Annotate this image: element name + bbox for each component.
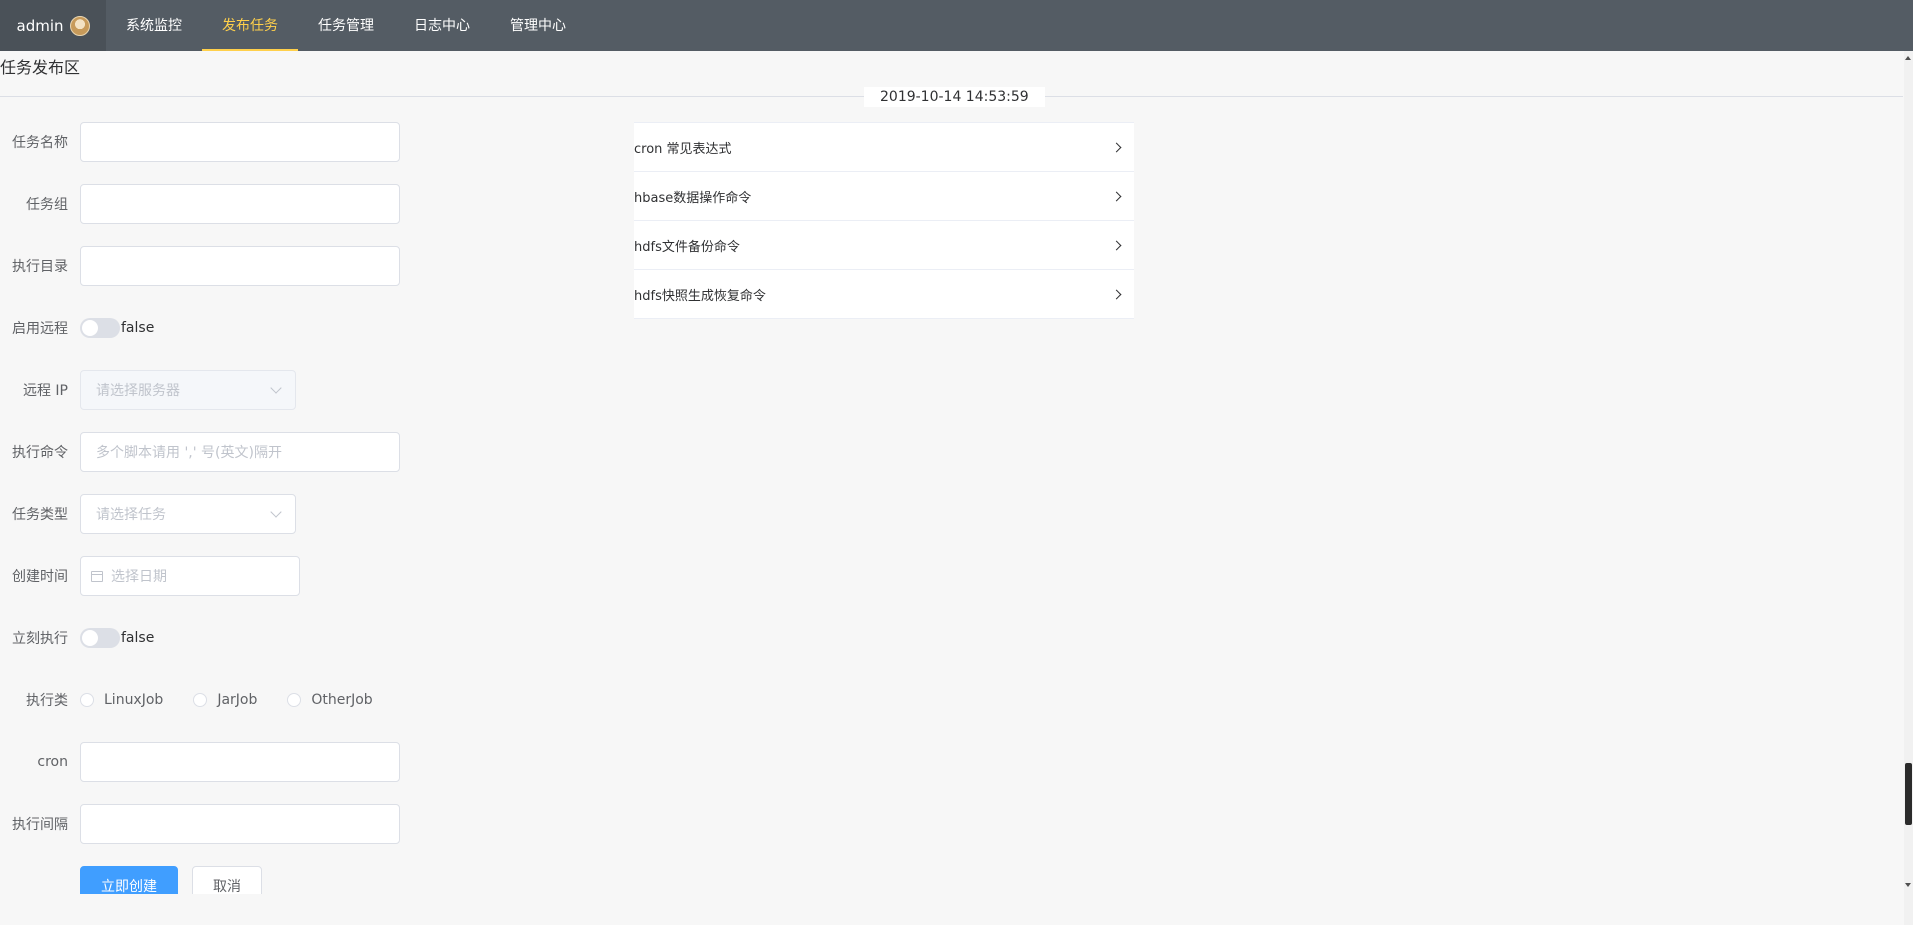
radio-linuxjob-label: LinuxJob bbox=[104, 692, 164, 708]
form-row-task-name: 任务名称 bbox=[0, 122, 400, 162]
remote-ip-select[interactable]: 请选择服务器 bbox=[80, 370, 296, 410]
exec-interval-label: 执行间隔 bbox=[12, 817, 68, 833]
chevron-right-icon bbox=[1111, 240, 1122, 250]
vertical-scrollbar[interactable] bbox=[1904, 51, 1913, 925]
radio-otherjob-label: OtherJob bbox=[311, 692, 373, 708]
create-time-date-picker[interactable]: 选择日期 bbox=[80, 556, 300, 596]
chevron-right-icon bbox=[1111, 289, 1122, 299]
execute-now-label: 立刻执行 bbox=[12, 631, 68, 647]
chevron-down-icon bbox=[270, 382, 282, 394]
task-type-label: 任务类型 bbox=[12, 507, 68, 523]
user-menu[interactable]: admin bbox=[0, 0, 106, 51]
scrollbar-thumb[interactable] bbox=[1905, 763, 1912, 825]
current-timestamp: 2019-10-14 14:53:59 bbox=[864, 87, 1045, 107]
form-row-exec-interval: 执行间隔 bbox=[0, 804, 400, 844]
enable-remote-switch[interactable] bbox=[80, 318, 120, 338]
task-group-label: 任务组 bbox=[26, 197, 68, 213]
enable-remote-state: false bbox=[121, 320, 155, 336]
page-title: 任务发布区 bbox=[0, 58, 81, 77]
calendar-icon bbox=[91, 570, 103, 582]
radio-circle-icon bbox=[80, 693, 94, 707]
chevron-right-icon bbox=[1111, 191, 1122, 201]
form-row-exec-command: 执行命令 多个脚本请用 ',' 号(英文)隔开 bbox=[0, 432, 400, 472]
form-row-enable-remote: 启用远程 false bbox=[0, 308, 154, 348]
scroll-down-arrow-icon[interactable] bbox=[1905, 883, 1911, 887]
radio-otherjob[interactable]: OtherJob bbox=[287, 692, 373, 708]
collapse-item-hbase[interactable]: hbase数据操作命令 bbox=[634, 172, 1134, 221]
form-row-task-group: 任务组 bbox=[0, 184, 400, 224]
exec-class-radio-group: LinuxJob JarJob OtherJob bbox=[80, 692, 403, 708]
form-row-execute-now: 立刻执行 false bbox=[0, 618, 154, 658]
exec-interval-input[interactable] bbox=[80, 804, 400, 844]
collapse-item-title: hdfs快照生成恢复命令 bbox=[634, 288, 766, 304]
task-name-label: 任务名称 bbox=[12, 135, 68, 151]
create-time-label: 创建时间 bbox=[12, 569, 68, 585]
cron-input[interactable] bbox=[80, 742, 400, 782]
form-row-exec-class: 执行类 LinuxJob JarJob OtherJob bbox=[0, 680, 403, 720]
task-group-input[interactable] bbox=[80, 184, 400, 224]
radio-linuxjob[interactable]: LinuxJob bbox=[80, 692, 163, 708]
command-reference-collapse: cron 常见表达式 hbase数据操作命令 hdfs文件备份命令 hdfs快照… bbox=[634, 122, 1134, 319]
execute-now-switch[interactable] bbox=[80, 628, 120, 648]
nav-item-admin-center[interactable]: 管理中心 bbox=[490, 0, 586, 51]
exec-command-placeholder: 多个脚本请用 ',' 号(英文)隔开 bbox=[96, 445, 282, 461]
task-type-placeholder: 请选择任务 bbox=[96, 507, 166, 523]
radio-jarjob[interactable]: JarJob bbox=[193, 692, 257, 708]
chevron-right-icon bbox=[1111, 142, 1122, 152]
create-now-button[interactable]: 立即创建 bbox=[80, 866, 178, 894]
radio-circle-icon bbox=[287, 693, 302, 707]
scroll-up-arrow-icon[interactable] bbox=[1905, 56, 1911, 60]
remote-ip-placeholder: 请选择服务器 bbox=[96, 383, 180, 399]
cron-label: cron bbox=[37, 754, 68, 770]
top-navbar: admin 系统监控 发布任务 任务管理 日志中心 管理中心 bbox=[0, 0, 1913, 51]
nav-item-system-monitor[interactable]: 系统监控 bbox=[106, 0, 202, 51]
create-time-placeholder: 选择日期 bbox=[111, 569, 167, 585]
chevron-down-icon bbox=[270, 506, 282, 518]
exec-command-label: 执行命令 bbox=[12, 445, 68, 461]
cancel-button[interactable]: 取消 bbox=[192, 866, 262, 894]
form-row-exec-dir: 执行目录 bbox=[0, 246, 400, 286]
nav-item-publish-task[interactable]: 发布任务 bbox=[202, 0, 298, 51]
collapse-item-cron[interactable]: cron 常见表达式 bbox=[634, 123, 1134, 172]
execute-now-state: false bbox=[121, 630, 155, 646]
form-row-create-time: 创建时间 选择日期 bbox=[0, 556, 300, 596]
nav-item-task-management[interactable]: 任务管理 bbox=[298, 0, 394, 51]
collapse-item-hdfs-snapshot[interactable]: hdfs快照生成恢复命令 bbox=[634, 270, 1134, 319]
radio-jarjob-label: JarJob bbox=[217, 692, 258, 708]
task-type-select[interactable]: 请选择任务 bbox=[80, 494, 296, 534]
exec-dir-input[interactable] bbox=[80, 246, 400, 286]
collapse-item-title: hdfs文件备份命令 bbox=[634, 239, 740, 255]
exec-dir-label: 执行目录 bbox=[12, 259, 68, 275]
collapse-item-title: hbase数据操作命令 bbox=[634, 190, 752, 206]
form-row-cron: cron bbox=[0, 742, 400, 782]
enable-remote-label: 启用远程 bbox=[12, 321, 68, 337]
exec-class-label: 执行类 bbox=[26, 693, 68, 709]
form-row-remote-ip: 远程 IP 请选择服务器 bbox=[0, 370, 296, 410]
collapse-item-hdfs-backup[interactable]: hdfs文件备份命令 bbox=[634, 221, 1134, 270]
remote-ip-label: 远程 IP bbox=[22, 383, 68, 399]
avatar[interactable] bbox=[69, 15, 90, 36]
form-actions: 立即创建 取消 bbox=[0, 866, 400, 894]
radio-circle-icon bbox=[193, 693, 208, 707]
collapse-item-title: cron 常见表达式 bbox=[634, 141, 732, 157]
task-name-input[interactable] bbox=[80, 122, 400, 162]
form-row-task-type: 任务类型 请选择任务 bbox=[0, 494, 296, 534]
username: admin bbox=[16, 16, 64, 35]
exec-command-input[interactable]: 多个脚本请用 ',' 号(英文)隔开 bbox=[80, 432, 400, 472]
nav-item-log-center[interactable]: 日志中心 bbox=[394, 0, 490, 51]
